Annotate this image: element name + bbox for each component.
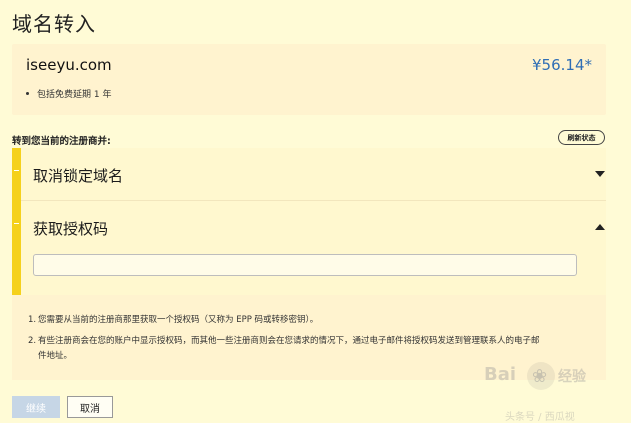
order-summary: iseeyu.com ¥56.14* 包括免费延期 1 年 [12, 44, 606, 115]
section-divider [21, 200, 606, 201]
domain-price: ¥56.14* [532, 56, 592, 74]
section-get-auth-code[interactable]: 获取授权码 [33, 218, 108, 239]
instruction-item: 2. 有些注册商会在您的账户中显示授权码，而其他一些注册商则会在您请求的情况下，通… [28, 336, 540, 361]
step-marker [14, 223, 19, 224]
extension-note-text: 包括免费延期 1 年 [37, 90, 112, 100]
extension-note: 包括免费延期 1 年 [26, 87, 111, 100]
instructions-box: 1. 您需要从当前的注册商那里获取一个授权码（又称为 EPP 码或转移密钥）。 2… [12, 295, 606, 380]
page-title: 域名转入 [12, 12, 96, 36]
domain-name: iseeyu.com [26, 56, 112, 74]
section-unlock-domain[interactable]: 取消锁定域名 [33, 165, 123, 186]
auth-code-input[interactable] [33, 254, 577, 276]
cancel-button[interactable]: 取消 [67, 396, 113, 418]
chevron-down-icon[interactable] [595, 171, 605, 177]
watermark-bottom: 头条号 / 西瓜视 [505, 412, 575, 423]
bullet-icon [26, 92, 29, 95]
submit-button[interactable]: 继续 [12, 396, 60, 418]
transfer-instructions-label: 转到您当前的注册商并: [12, 136, 111, 147]
chevron-up-icon[interactable] [595, 224, 605, 230]
step-marker [14, 170, 19, 171]
paw-icon: ❀ [532, 366, 548, 387]
watermark-text: 经验 [558, 369, 586, 385]
refresh-status-button[interactable]: 刷新状态 [558, 130, 605, 145]
watermark-brand: Bai [484, 364, 517, 385]
instruction-item: 1. 您需要从当前的注册商那里获取一个授权码（又称为 EPP 码或转移密钥）。 [28, 315, 319, 325]
